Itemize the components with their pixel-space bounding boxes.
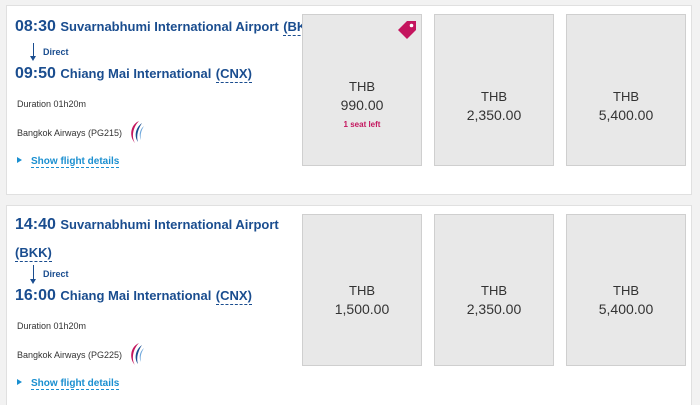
down-arrow-icon xyxy=(30,279,36,284)
fare-option[interactable]: THB 5,400.00 xyxy=(566,214,686,366)
departure-line: 08:30 Suvarnabhumi International Airport… xyxy=(15,18,321,36)
triangle-right-icon xyxy=(17,379,22,385)
airline-name: Bangkok Airways (PG225) xyxy=(17,350,123,360)
direct-label: Direct xyxy=(43,47,69,57)
arrival-airport-code[interactable]: (CNX) xyxy=(215,66,252,83)
price-tag-icon xyxy=(395,18,419,47)
flight-card: 14:40 Suvarnabhumi International Airport… xyxy=(6,205,692,405)
arrival-time: 16:00 xyxy=(15,287,56,304)
flight-duration: Duration 01h20m xyxy=(17,99,87,109)
fare-option[interactable]: THB 2,350.00 xyxy=(434,14,554,166)
show-flight-details-label: Show flight details xyxy=(31,156,120,168)
seats-left-badge: 1 seat left xyxy=(343,120,381,129)
fare-currency: THB xyxy=(349,283,375,298)
arrival-airport: Chiang Mai International xyxy=(60,66,212,81)
fare-amount: 2,350.00 xyxy=(466,107,522,123)
down-arrow-icon xyxy=(30,56,36,61)
departure-airport: Suvarnabhumi International Airport xyxy=(60,19,279,34)
arrival-line: 09:50 Chiang Mai International (CNX) xyxy=(15,65,252,83)
route-connector xyxy=(33,265,34,280)
fare-currency: THB xyxy=(613,89,639,104)
fare-option[interactable]: THB 1,500.00 xyxy=(302,214,422,366)
arrival-airport: Chiang Mai International xyxy=(60,288,212,303)
fare-option[interactable]: THB 2,350.00 xyxy=(434,214,554,366)
bangkok-airways-logo-icon xyxy=(127,342,145,371)
fare-amount: 5,400.00 xyxy=(598,107,654,123)
fare-amount: 5,400.00 xyxy=(598,301,654,317)
route-connector xyxy=(33,43,34,57)
arrival-time: 09:50 xyxy=(15,65,56,82)
fare-currency: THB xyxy=(481,89,507,104)
departure-time: 14:40 xyxy=(15,216,56,233)
departure-line: 14:40 Suvarnabhumi International Airport xyxy=(15,216,279,234)
airline-name: Bangkok Airways (PG215) xyxy=(17,128,123,138)
flight-duration: Duration 01h20m xyxy=(17,321,87,331)
fare-amount: 2,350.00 xyxy=(466,301,522,317)
show-flight-details-link[interactable]: Show flight details xyxy=(17,378,120,390)
fare-currency: THB xyxy=(613,283,639,298)
show-flight-details-label: Show flight details xyxy=(31,378,120,390)
departure-code-line: (BKK) xyxy=(15,244,52,262)
direct-label: Direct xyxy=(43,269,69,279)
triangle-right-icon xyxy=(17,157,22,163)
fare-currency: THB xyxy=(349,79,375,94)
fare-option[interactable]: THB 5,400.00 xyxy=(566,14,686,166)
departure-airport: Suvarnabhumi International Airport xyxy=(60,217,279,232)
show-flight-details-link[interactable]: Show flight details xyxy=(17,156,120,168)
fare-currency: THB xyxy=(481,283,507,298)
bangkok-airways-logo-icon xyxy=(127,120,145,149)
arrival-line: 16:00 Chiang Mai International (CNX) xyxy=(15,287,252,305)
departure-time: 08:30 xyxy=(15,18,56,35)
fare-amount: 990.00 xyxy=(340,97,384,113)
departure-airport-code[interactable]: (BKK) xyxy=(15,245,52,262)
fare-option[interactable]: THB 990.00 1 seat left xyxy=(302,14,422,166)
fare-amount: 1,500.00 xyxy=(334,301,390,317)
flight-card: 08:30 Suvarnabhumi International Airport… xyxy=(6,5,692,195)
arrival-airport-code[interactable]: (CNX) xyxy=(215,288,252,305)
